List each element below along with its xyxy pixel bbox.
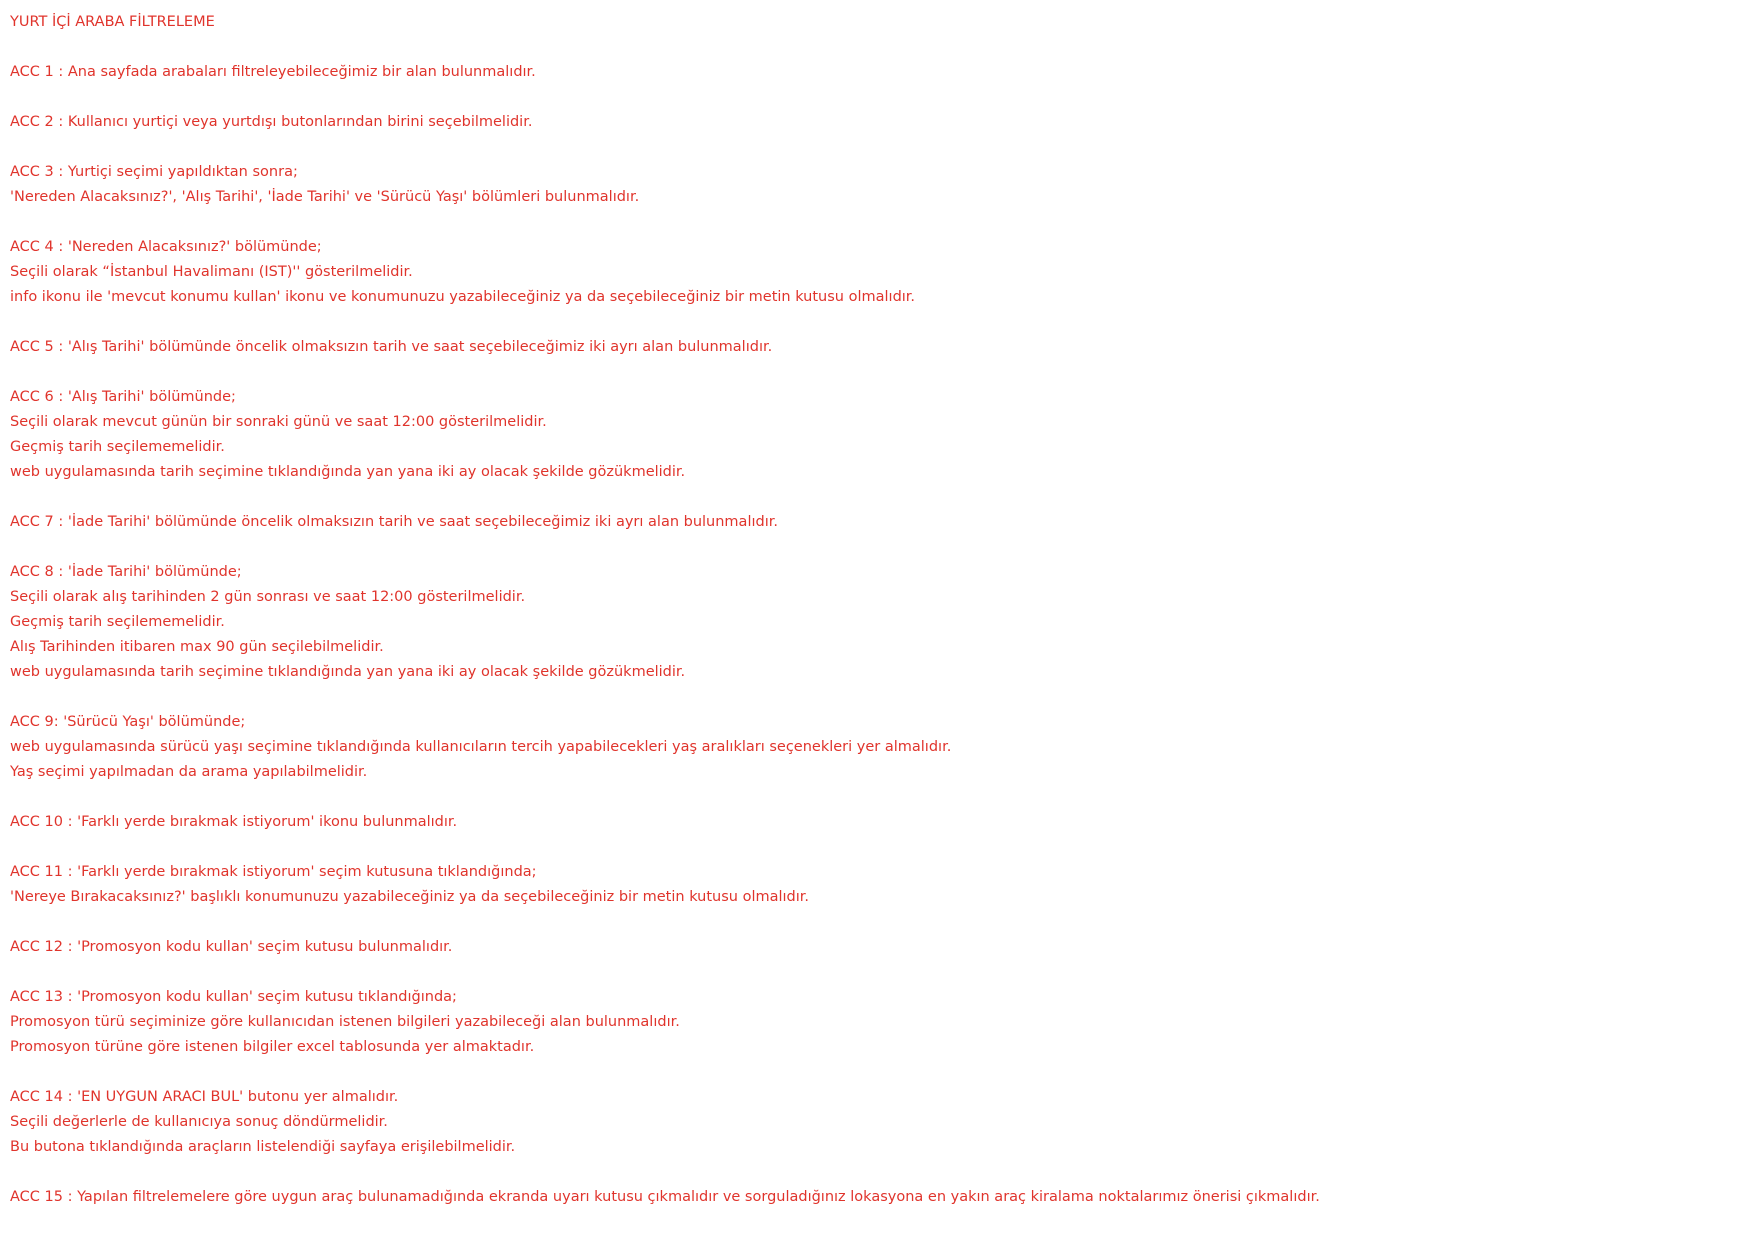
acceptance-criterion: ACC 11 : 'Farklı yerde bırakmak istiyoru…	[10, 860, 1746, 910]
criterion-detail-line: Seçili olarak mevcut günün bir sonraki g…	[10, 414, 547, 430]
criterion-heading-line: ACC 7 : 'İade Tarihi' bölümünde öncelik …	[10, 514, 778, 530]
acceptance-criterion: ACC 3 : Yurtiçi seçimi yapıldıktan sonra…	[10, 160, 1746, 210]
acceptance-criterion: ACC 13 : 'Promosyon kodu kullan' seçim k…	[10, 985, 1746, 1060]
criterion-heading-line: ACC 3 : Yurtiçi seçimi yapıldıktan sonra…	[10, 164, 298, 180]
acceptance-criteria-list: ACC 1 : Ana sayfada arabaları filtreleye…	[10, 60, 1746, 1210]
criterion-detail-line: Geçmiş tarih seçilememelidir.	[10, 614, 225, 630]
criterion-detail-line: Seçili olarak alış tarihinden 2 gün sonr…	[10, 589, 526, 605]
criterion-heading-line: ACC 13 : 'Promosyon kodu kullan' seçim k…	[10, 989, 457, 1005]
criterion-detail-line: Yaş seçimi yapılmadan da arama yapılabil…	[10, 764, 368, 780]
criterion-heading-line: ACC 5 : 'Alış Tarihi' bölümünde öncelik …	[10, 339, 773, 355]
acceptance-criterion: ACC 8 : 'İade Tarihi' bölümünde; Seçili o…	[10, 560, 1746, 685]
acceptance-criterion: ACC 12 : 'Promosyon kodu kullan' seçim k…	[10, 935, 1746, 960]
criterion-detail-line: info ikonu ile 'mevcut konumu kullan' ik…	[10, 289, 916, 305]
criterion-detail-line: Promosyon türü seçiminize göre kullanıcı…	[10, 1014, 680, 1030]
document-title: YURT İÇİ ARABA FİLTRELEME	[10, 14, 215, 30]
criterion-heading-line: ACC 11 : 'Farklı yerde bırakmak istiyoru…	[10, 864, 537, 880]
acceptance-criterion: ACC 10 : 'Farklı yerde bırakmak istiyoru…	[10, 810, 1746, 835]
acceptance-criterion: ACC 5 : 'Alış Tarihi' bölümünde öncelik …	[10, 335, 1746, 360]
acceptance-criterion: ACC 2 : Kullanıcı yurtiçi veya yurtdışı …	[10, 110, 1746, 135]
document: YURT İÇİ ARABA FİLTRELEME ACC 1 : Ana sa…	[10, 10, 1746, 1235]
criterion-heading-line: ACC 10 : 'Farklı yerde bırakmak istiyoru…	[10, 814, 458, 830]
acceptance-criterion: ACC 7 : 'İade Tarihi' bölümünde öncelik …	[10, 510, 1746, 535]
criterion-heading-line: ACC 12 : 'Promosyon kodu kullan' seçim k…	[10, 939, 453, 955]
acceptance-criterion: ACC 6 : 'Alış Tarihi' bölümünde; Seçili o…	[10, 385, 1746, 485]
acceptance-criterion: ACC 1 : Ana sayfada arabaları filtreleye…	[10, 60, 1746, 85]
criterion-detail-line: 'Nereden Alacaksınız?', 'Alış Tarihi', '…	[10, 189, 640, 205]
acceptance-criterion: ACC 14 : 'EN UYGUN ARACI BUL' butonu yer…	[10, 1085, 1746, 1160]
acceptance-criterion: ACC 4 : 'Nereden Alacaksınız?' bölümünde…	[10, 235, 1746, 310]
criterion-heading-line: ACC 6 : 'Alış Tarihi' bölümünde;	[10, 389, 236, 405]
criterion-heading-line: ACC 14 : 'EN UYGUN ARACI BUL' butonu yer…	[10, 1089, 399, 1105]
criterion-detail-line: web uygulamasında tarih seçimine tıkland…	[10, 464, 686, 480]
criterion-heading-line: ACC 2 : Kullanıcı yurtiçi veya yurtdışı …	[10, 114, 533, 130]
acceptance-criterion: ACC 15 : Yapılan filtrelemelere göre uyg…	[10, 1185, 1746, 1210]
criterion-detail-line: web uygulamasında sürücü yaşı seçimine t…	[10, 739, 952, 755]
criterion-heading-line: ACC 1 : Ana sayfada arabaları filtreleye…	[10, 64, 536, 80]
criterion-detail-line: Geçmiş tarih seçilememelidir.	[10, 439, 225, 455]
criterion-detail-line: Seçili olarak “İstanbul Havalimanı (IST)…	[10, 264, 413, 280]
criterion-detail-line: Bu butona tıklandığında araçların listel…	[10, 1139, 516, 1155]
acceptance-criterion: ACC 9: 'Sürücü Yaşı' bölümünde; web uygul…	[10, 710, 1746, 785]
criterion-heading-line: ACC 8 : 'İade Tarihi' bölümünde;	[10, 564, 242, 580]
criterion-detail-line: Promosyon türüne göre istenen bilgiler e…	[10, 1039, 535, 1055]
criterion-detail-line: 'Nereye Bırakacaksınız?' başlıklı konumu…	[10, 889, 810, 905]
criterion-detail-line: Alış Tarihinden itibaren max 90 gün seçi…	[10, 639, 384, 655]
criterion-heading-line: ACC 9: 'Sürücü Yaşı' bölümünde;	[10, 714, 246, 730]
criterion-detail-line: web uygulamasında tarih seçimine tıkland…	[10, 664, 686, 680]
criterion-heading-line: ACC 4 : 'Nereden Alacaksınız?' bölümünde…	[10, 239, 322, 255]
criterion-detail-line: Seçili değerlerle de kullanıcıya sonuç d…	[10, 1114, 388, 1130]
criterion-heading-line: ACC 15 : Yapılan filtrelemelere göre uyg…	[10, 1189, 1320, 1205]
